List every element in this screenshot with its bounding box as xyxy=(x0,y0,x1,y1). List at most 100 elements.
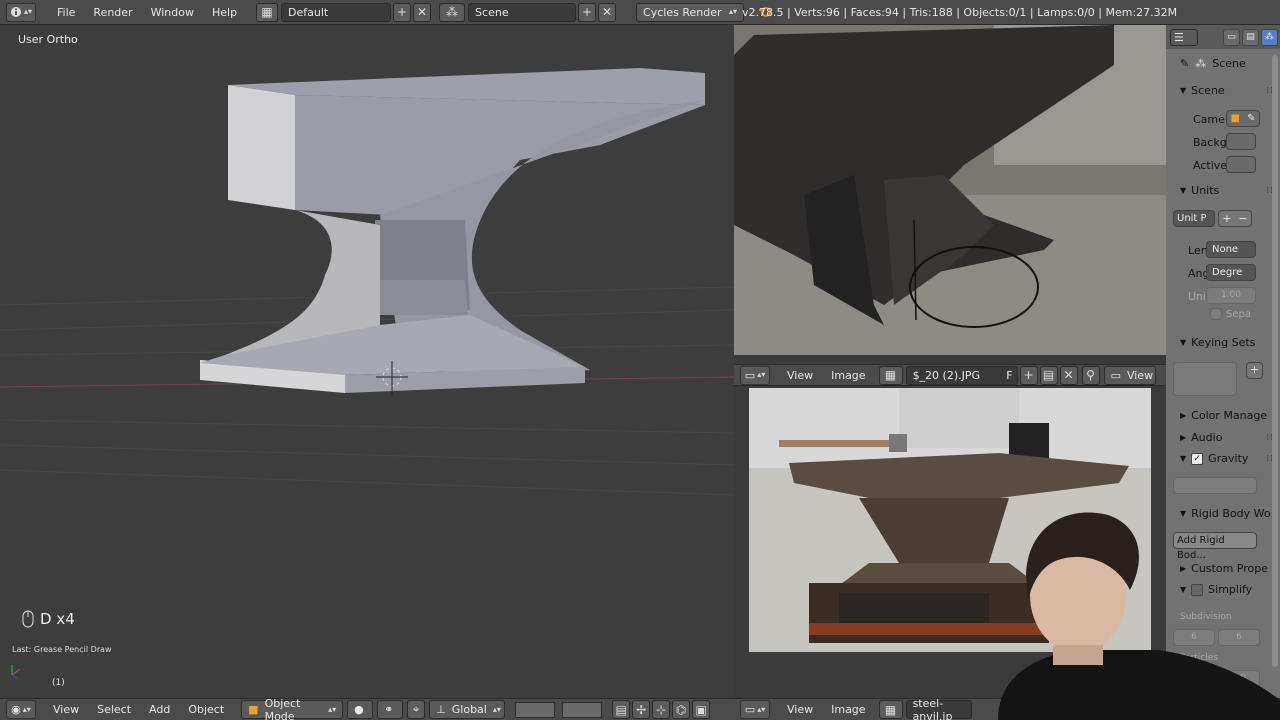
chevron-updown-icon: ▴▾ xyxy=(757,704,766,714)
angle-dropdown[interactable]: Degre xyxy=(1206,264,1256,281)
add-keying-set-button[interactable]: + xyxy=(1246,362,1263,379)
layer-buttons[interactable] xyxy=(515,701,603,718)
menu-view[interactable]: View xyxy=(778,369,822,382)
section-audio[interactable]: ▶ Audio ⁞⁞ xyxy=(1166,431,1280,444)
screen-layout-icon[interactable]: ▦ xyxy=(256,2,279,22)
unit-scale-value: 1.00 xyxy=(1220,290,1242,300)
remove-icon[interactable]: − xyxy=(1238,212,1247,225)
fake-user-flag[interactable]: F xyxy=(1006,369,1012,382)
key-display: D x4 xyxy=(22,610,75,628)
add-image-button[interactable]: + xyxy=(1019,365,1038,385)
unlink-image-button[interactable]: ✕ xyxy=(1059,365,1078,385)
orientation-label: Global xyxy=(451,703,487,716)
pivot-dropdown[interactable]: ⚭ xyxy=(377,700,404,719)
collapsed-triangle-icon: ▶ xyxy=(1180,411,1187,420)
collapsed-triangle-icon: ▶ xyxy=(1180,433,1187,442)
length-dropdown[interactable]: None xyxy=(1206,241,1256,258)
image-browse-icon[interactable]: ▦ xyxy=(878,365,903,385)
background-label: Backg xyxy=(1193,136,1227,149)
image-editor-type-button[interactable]: ▭ ▴▾ xyxy=(740,365,770,385)
unit-scale-field[interactable]: 1.00 xyxy=(1206,287,1256,304)
3d-viewport[interactable]: User Ortho D x4 Last: Grease Pencil Draw… xyxy=(0,25,734,698)
view-mode-dropdown[interactable]: ▭ View xyxy=(1103,365,1156,385)
section-units[interactable]: ▼ Units ⁞⁞ xyxy=(1166,184,1280,197)
snap-target-icon[interactable]: ⊹ xyxy=(652,700,671,719)
unit-preset-buttons[interactable]: + − xyxy=(1218,210,1252,227)
image-name-field[interactable]: $_20 (2).JPG F xyxy=(905,365,1018,385)
area-divider[interactable] xyxy=(734,355,1166,364)
layers-group-2[interactable] xyxy=(562,701,603,718)
layout-name: Default xyxy=(288,5,329,19)
menu-image[interactable]: Image xyxy=(822,703,874,716)
scene-icon[interactable]: ⁂ xyxy=(439,2,466,22)
add-scene-button[interactable]: + xyxy=(578,2,597,22)
snap-icon[interactable]: ✢ xyxy=(632,700,651,719)
info-editor-type-button[interactable]: ▴▾ xyxy=(6,2,36,22)
layers-tab-icon[interactable]: ▤ xyxy=(1242,28,1259,46)
orientation-dropdown[interactable]: ⊥ Global ▴▾ xyxy=(429,700,506,719)
expanded-triangle-icon: ▼ xyxy=(1180,186,1187,195)
keying-sets-list[interactable] xyxy=(1173,362,1237,396)
section-scene[interactable]: ▼ Scene ⁞⁞ xyxy=(1166,84,1280,97)
camera-field[interactable]: ■ ✎ xyxy=(1226,110,1260,127)
layout-name-field[interactable]: Default xyxy=(281,2,392,22)
menu-view[interactable]: View xyxy=(44,703,88,716)
viewport-canvas[interactable] xyxy=(0,25,734,698)
add-layout-button[interactable]: + xyxy=(393,2,412,22)
image-editor-type-button[interactable]: ▭ ▴▾ xyxy=(740,700,770,719)
menu-render[interactable]: Render xyxy=(84,6,141,19)
image-name: $_20 (2).JPG xyxy=(912,368,981,382)
unit-preset-dropdown[interactable]: Unit P xyxy=(1173,210,1215,227)
background-field[interactable] xyxy=(1226,133,1256,150)
remove-layout-button[interactable]: ✕ xyxy=(413,2,432,22)
pin-image-icon[interactable]: ⚲ xyxy=(1081,365,1100,385)
layers-group-1[interactable] xyxy=(515,701,556,718)
section-title: Scene xyxy=(1191,84,1225,97)
reference-photo-panel[interactable] xyxy=(734,25,1166,355)
image-editor-icon: ▭ xyxy=(744,703,756,716)
menu-add[interactable]: Add xyxy=(140,703,179,716)
gravity-vector-field[interactable] xyxy=(1173,477,1257,494)
pin-icon[interactable]: ✎ xyxy=(1180,57,1189,70)
menu-image[interactable]: Image xyxy=(822,369,874,382)
separate-checkbox[interactable] xyxy=(1210,308,1222,320)
expanded-triangle-icon: ▼ xyxy=(1180,338,1187,347)
expanded-triangle-icon: ▼ xyxy=(1180,86,1187,95)
gravity-checkbox[interactable]: ✓ xyxy=(1191,452,1204,465)
section-color-management[interactable]: ▶ Color Manage xyxy=(1166,409,1280,422)
eyedropper-icon[interactable]: ✎ xyxy=(1247,113,1255,124)
scene-name-field[interactable]: Scene xyxy=(468,2,577,22)
manipulator-toggle[interactable]: ⌖ xyxy=(407,700,426,719)
menu-file[interactable]: File xyxy=(48,6,84,19)
menu-view[interactable]: View xyxy=(778,703,822,716)
chevron-updown-icon: ▴▾ xyxy=(328,704,337,714)
layer-lock-icon[interactable]: ▤ xyxy=(612,700,631,719)
frame-number: (1) xyxy=(52,678,65,688)
image-browse-icon[interactable]: ▦ xyxy=(878,700,903,719)
properties-editor-type[interactable]: ☰ xyxy=(1170,28,1198,46)
add-icon[interactable]: + xyxy=(1222,212,1231,225)
viewport-editor-type-button[interactable]: ◉ ▴▾ xyxy=(6,700,36,719)
menu-help[interactable]: Help xyxy=(203,6,246,19)
section-title: Gravity xyxy=(1208,452,1249,465)
view-mode-icon: ▭ xyxy=(1110,368,1121,382)
reference-photo xyxy=(734,25,1166,355)
section-keying-sets[interactable]: ▼ Keying Sets xyxy=(1166,336,1280,349)
render-tab-icon[interactable]: ▭ xyxy=(1223,28,1240,46)
remove-scene-button[interactable]: ✕ xyxy=(598,2,617,22)
camera-icon[interactable]: ▣ xyxy=(692,700,711,719)
menu-select[interactable]: Select xyxy=(88,703,140,716)
open-image-button[interactable]: ▤ xyxy=(1039,365,1058,385)
render-engine-label: Cycles Render xyxy=(643,5,722,19)
menu-window[interactable]: Window xyxy=(142,6,203,19)
active-clip-field[interactable] xyxy=(1226,156,1256,173)
menu-object[interactable]: Object xyxy=(179,703,233,716)
anvil-mesh[interactable] xyxy=(200,68,705,393)
render-preview-icon[interactable]: ⌬ xyxy=(672,700,691,719)
unit-preset-label: Unit P xyxy=(1177,213,1207,224)
shading-dropdown[interactable]: ● xyxy=(347,700,374,719)
scene-tab-icon[interactable]: ⁂ xyxy=(1261,28,1278,46)
section-gravity[interactable]: ▼ ✓ Gravity ⁞⁞ xyxy=(1166,452,1280,465)
render-engine-dropdown[interactable]: Cycles Render ▴▾ xyxy=(636,2,745,22)
mode-dropdown[interactable]: ■ Object Mode ▴▾ xyxy=(241,697,344,720)
